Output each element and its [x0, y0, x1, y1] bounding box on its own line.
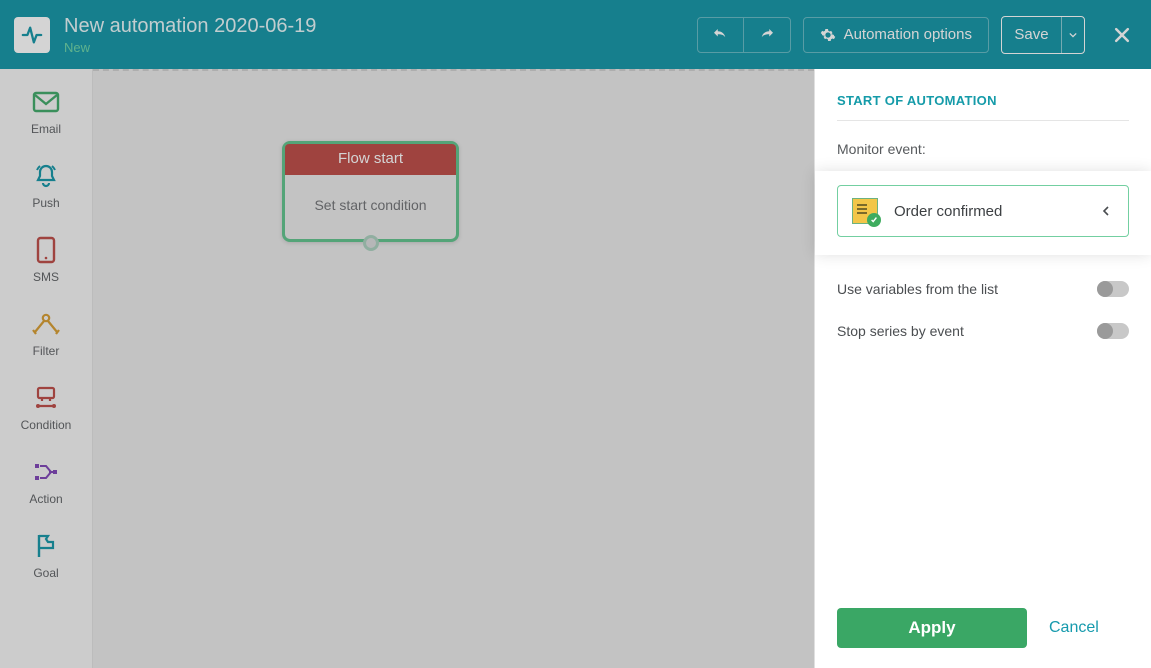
stop-series-switch[interactable] — [1097, 323, 1129, 339]
save-button[interactable]: Save — [1002, 17, 1062, 53]
title-block: New automation 2020-06-19 New — [64, 15, 683, 55]
save-button-group: Save — [1001, 16, 1085, 54]
cancel-button[interactable]: Cancel — [1049, 619, 1099, 637]
automation-canvas[interactable]: Flow start Set start condition — [93, 69, 814, 668]
undo-icon — [711, 26, 729, 44]
tool-label: Email — [31, 122, 61, 136]
config-panel: START OF AUTOMATION Monitor event: Order… — [814, 69, 1151, 668]
redo-button[interactable] — [744, 18, 790, 52]
flow-node-output-port[interactable] — [363, 235, 379, 251]
tool-filter[interactable]: Filter — [7, 299, 85, 369]
undo-button[interactable] — [698, 18, 744, 52]
tool-push[interactable]: Push — [7, 151, 85, 221]
undo-redo-group — [697, 17, 791, 53]
caret-left-icon — [1102, 206, 1110, 216]
node-toolbar: Email Push SMS Filter — [0, 69, 93, 668]
toggle-label: Use variables from the list — [837, 281, 998, 297]
panel-footer: Apply Cancel — [815, 594, 1151, 668]
email-icon — [32, 88, 60, 116]
caret-down-icon — [1069, 31, 1077, 39]
app-header: New automation 2020-06-19 New Automation… — [0, 0, 1151, 69]
order-confirmed-icon — [852, 198, 878, 224]
filter-icon — [31, 310, 61, 338]
tool-sms[interactable]: SMS — [7, 225, 85, 295]
page-title: New automation 2020-06-19 — [64, 15, 683, 38]
flow-start-node[interactable]: Flow start Set start condition — [282, 141, 459, 242]
save-dropdown-button[interactable] — [1062, 17, 1084, 53]
app-logo — [14, 17, 50, 53]
toggle-use-variables: Use variables from the list — [837, 281, 1129, 297]
automation-options-button[interactable]: Automation options — [803, 17, 989, 53]
sms-icon — [36, 236, 56, 264]
event-select-value: Order confirmed — [894, 203, 1002, 220]
tool-label: Filter — [33, 344, 60, 358]
tool-label: Push — [32, 196, 59, 210]
close-button[interactable] — [1111, 24, 1133, 46]
redo-icon — [758, 26, 776, 44]
flow-node-title: Flow start — [285, 144, 456, 175]
tool-label: Condition — [21, 418, 72, 432]
tool-condition[interactable]: Condition — [7, 373, 85, 443]
event-select-highlight: Order confirmed — [815, 171, 1151, 255]
tool-action[interactable]: Action — [7, 447, 85, 517]
page-status: New — [64, 40, 683, 55]
automation-options-label: Automation options — [844, 26, 972, 43]
toggle-stop-series: Stop series by event — [837, 323, 1129, 339]
apply-button[interactable]: Apply — [837, 608, 1027, 648]
push-icon — [33, 162, 59, 190]
check-badge-icon — [867, 213, 881, 227]
use-variables-switch[interactable] — [1097, 281, 1129, 297]
tool-label: Goal — [33, 566, 58, 580]
toggle-label: Stop series by event — [837, 323, 964, 339]
close-icon — [1112, 25, 1132, 45]
gear-icon — [820, 27, 836, 43]
goal-icon — [35, 532, 57, 560]
tool-goal[interactable]: Goal — [7, 521, 85, 591]
flow-node-body: Set start condition — [285, 175, 456, 239]
tool-label: SMS — [33, 270, 59, 284]
pulse-icon — [21, 24, 43, 46]
condition-icon — [32, 384, 60, 412]
tool-email[interactable]: Email — [7, 77, 85, 147]
action-icon — [33, 458, 59, 486]
monitor-event-label: Monitor event: — [837, 141, 1129, 157]
event-select[interactable]: Order confirmed — [837, 185, 1129, 237]
panel-heading: START OF AUTOMATION — [837, 93, 1129, 121]
tool-label: Action — [29, 492, 62, 506]
